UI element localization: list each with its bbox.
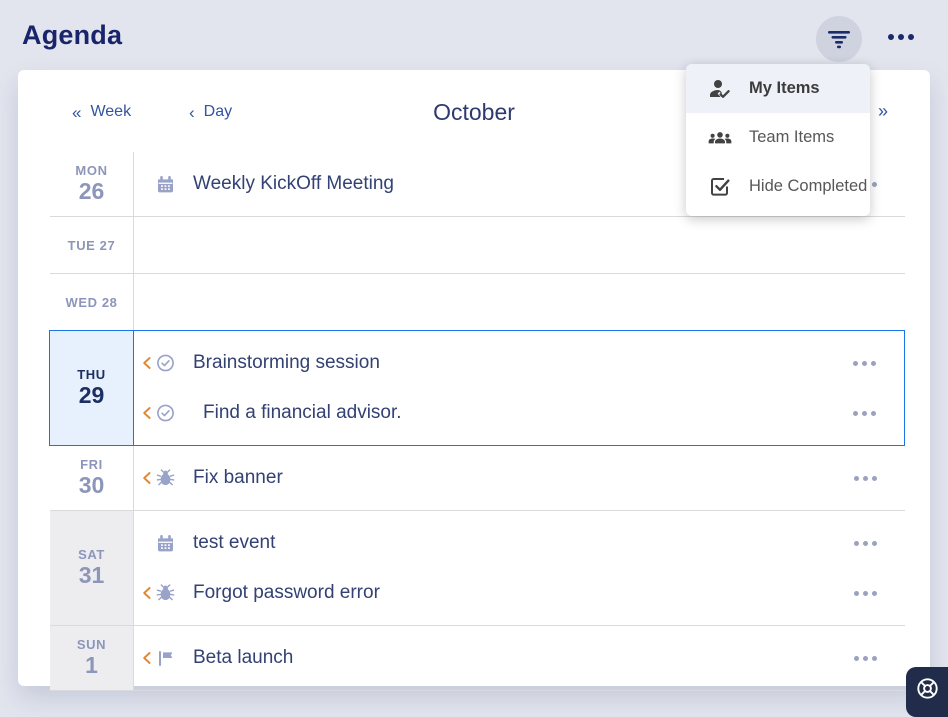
day-items: test event Forgot password error [134, 511, 905, 625]
agenda-day-row: FRI 30 Fix banner [50, 446, 905, 511]
person-check-icon [708, 77, 732, 101]
day-date: 26 [79, 178, 105, 204]
day-items: Brainstorming session Find a financial a… [134, 331, 904, 445]
calendar-icon [156, 534, 175, 553]
filter-button[interactable] [816, 16, 862, 62]
agenda-day-row: THU 29 Brainstorming session Find a fina… [49, 330, 905, 446]
filter-icon [826, 29, 852, 49]
day-items [134, 274, 905, 330]
day-cell: TUE 27 [50, 217, 134, 273]
chevron-left-icon [141, 471, 156, 485]
day-items: Beta launch [134, 626, 905, 690]
agenda-day-row: WED 28 [50, 274, 905, 330]
task-check-icon [156, 353, 175, 373]
menu-item-label: My Items [749, 79, 820, 98]
agenda-item[interactable]: Beta launch [134, 633, 905, 683]
next-week-button[interactable]: » [878, 101, 888, 122]
item-more-button[interactable] [854, 656, 877, 661]
item-more-button[interactable] [853, 361, 876, 366]
day-name: FRI [80, 457, 103, 472]
day-cell: FRI 30 [50, 446, 134, 510]
menu-item-label: Hide Completed [749, 177, 867, 196]
day-name: SAT [78, 547, 105, 562]
item-more-button[interactable] [854, 591, 877, 596]
item-title: Brainstorming session [193, 352, 380, 374]
item-title: Weekly KickOff Meeting [193, 173, 394, 195]
day-date: 30 [79, 472, 105, 498]
day-date: 29 [79, 382, 105, 408]
menu-item-label: Team Items [749, 128, 834, 147]
item-title: Fix banner [193, 467, 283, 489]
day-cell: SUN 1 [50, 626, 134, 690]
app-header: Agenda [0, 0, 948, 70]
flag-milestone-icon [156, 649, 175, 668]
item-title: Forgot password error [193, 582, 380, 604]
item-title: Beta launch [193, 647, 293, 669]
day-items [134, 217, 905, 273]
lifebuoy-icon [915, 676, 940, 701]
day-date: 1 [85, 652, 98, 678]
item-title: test event [193, 532, 275, 554]
chevron-left-icon [141, 356, 156, 370]
chevron-left-icon [141, 651, 156, 665]
day-cell: WED 28 [50, 274, 134, 330]
chevron-left-icon [141, 586, 156, 600]
day-name: WED 28 [65, 295, 117, 310]
calendar-icon [156, 175, 175, 194]
filter-menu-item[interactable]: My Items [686, 64, 870, 113]
agenda-item[interactable]: test event [134, 518, 905, 568]
team-icon [708, 126, 732, 150]
day-items: Fix banner [134, 446, 905, 510]
page-title: Agenda [22, 20, 122, 51]
item-title: Find a financial advisor. [203, 402, 402, 424]
help-button[interactable] [906, 667, 948, 717]
agenda-item[interactable]: Forgot password error [134, 568, 905, 618]
agenda-day-row: SUN 1 Beta launch [50, 626, 905, 691]
item-more-button[interactable] [854, 476, 877, 481]
agenda-item[interactable]: Find a financial advisor. [134, 388, 904, 438]
item-more-button[interactable] [853, 411, 876, 416]
agenda-item[interactable]: Fix banner [134, 453, 905, 503]
bug-icon [156, 468, 175, 488]
day-cell: MON 26 [50, 152, 134, 216]
day-name: SUN [77, 637, 106, 652]
day-date: 31 [79, 562, 105, 588]
day-name: TUE 27 [68, 238, 116, 253]
agenda-day-row: TUE 27 [50, 217, 905, 274]
item-more-button[interactable] [854, 541, 877, 546]
day-cell: SAT 31 [50, 511, 134, 625]
day-name: MON [75, 163, 107, 178]
agenda-table: MON 26 Weekly KickOff Meeting TUE 27 WED… [50, 152, 905, 691]
chevron-left-icon [141, 406, 156, 420]
bug-icon [156, 583, 175, 603]
filter-menu: My Items Team Items Hide Completed [686, 64, 870, 216]
agenda-item[interactable]: Brainstorming session [134, 338, 904, 388]
task-check-icon [156, 403, 175, 423]
checkbox-check-icon [708, 175, 732, 199]
day-name: THU [77, 367, 106, 382]
filter-menu-item[interactable]: Hide Completed [686, 162, 870, 211]
agenda-day-row: SAT 31 test event Forgot password error [50, 511, 905, 626]
filter-menu-item[interactable]: Team Items [686, 113, 870, 162]
more-options-button[interactable] [888, 34, 914, 40]
day-cell: THU 29 [50, 331, 134, 445]
